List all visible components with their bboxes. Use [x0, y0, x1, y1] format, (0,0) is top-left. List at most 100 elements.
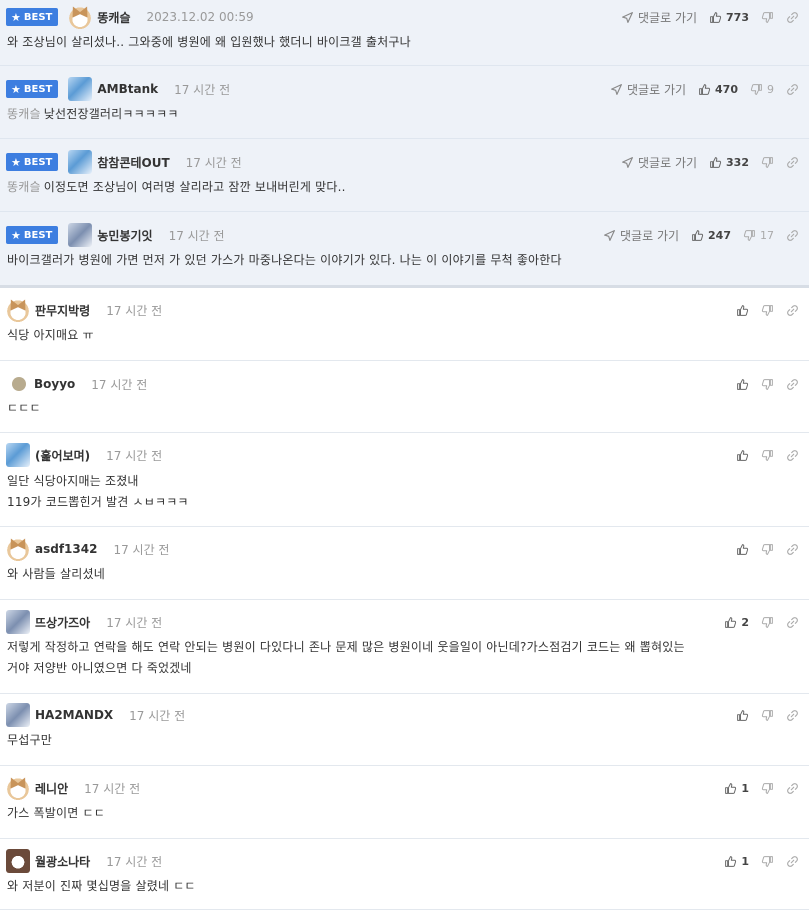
link-icon	[786, 378, 799, 391]
thumbs-up-icon	[691, 229, 704, 242]
nickname[interactable]: Boyyo	[34, 377, 75, 391]
comment-list: ★ BEST 똥캐슬 2023.12.02 00:59 댓글로 가기 773 와 조상님이 …	[0, 0, 809, 910]
nickname[interactable]: (훑어보며)	[35, 447, 90, 464]
avatar[interactable]	[6, 610, 30, 634]
nickname[interactable]: 똥캐슬	[97, 9, 130, 26]
comment-text: 와 사람들 살리셨네	[7, 567, 105, 581]
dislike-button[interactable]: 9	[750, 83, 774, 96]
thumbs-up-icon	[736, 449, 749, 462]
link-button[interactable]	[786, 229, 799, 242]
avatar[interactable]	[68, 150, 93, 174]
nickname[interactable]: AMBtank	[97, 82, 158, 96]
link-button[interactable]	[786, 449, 799, 462]
like-button[interactable]	[736, 378, 749, 391]
avatar[interactable]	[68, 77, 93, 101]
dislike-button[interactable]	[761, 304, 774, 317]
like-button[interactable]: 470	[698, 83, 738, 96]
go-to-reply-link[interactable]: 댓글로 가기	[610, 81, 686, 98]
avatar[interactable]	[12, 377, 26, 391]
mention[interactable]: 똥캐슬	[7, 180, 41, 194]
dislike-button[interactable]	[761, 156, 774, 169]
avatar[interactable]	[68, 5, 93, 29]
nickname[interactable]: 농민봉기잇	[97, 227, 152, 244]
nickname[interactable]: 레니안	[35, 780, 68, 797]
thumbs-down-icon	[761, 855, 774, 868]
link-icon	[786, 83, 799, 96]
avatar[interactable]	[6, 443, 30, 467]
link-button[interactable]	[786, 378, 799, 391]
nickname[interactable]: 뜨상가즈아	[35, 614, 90, 631]
dislike-button[interactable]	[761, 378, 774, 391]
comment-body: 와 조상님이 살리셨나.. 그와중에 병원에 왜 입원했나 했더니 바이크갤 출…	[7, 32, 795, 53]
nickname[interactable]: 참참콘테OUT	[97, 154, 169, 171]
link-button[interactable]	[786, 616, 799, 629]
go-to-reply-link[interactable]: 댓글로 가기	[603, 227, 679, 244]
dislike-button[interactable]: 17	[743, 229, 774, 242]
nickname[interactable]: asdf1342	[35, 542, 97, 556]
go-to-reply-label: 댓글로 가기	[620, 228, 680, 243]
dislike-button[interactable]	[761, 709, 774, 722]
like-count: 773	[726, 10, 749, 24]
link-icon	[786, 304, 799, 317]
avatar[interactable]	[6, 703, 30, 727]
comment-header: 레니안 17 시간 전	[6, 774, 809, 802]
timestamp: 17 시간 전	[129, 708, 186, 723]
thumbs-up-icon	[736, 543, 749, 556]
nickname[interactable]: HA2MANDX	[35, 708, 113, 722]
like-button[interactable]: 332	[709, 156, 749, 169]
link-button[interactable]	[786, 543, 799, 556]
comment-text: 식당 아지매요 ㅠ	[7, 328, 94, 342]
link-button[interactable]	[786, 855, 799, 868]
comment-line: 바이크갤러가 병원에 가면 먼저 가 있던 가스가 마중나온다는 이야기가 있다…	[7, 250, 795, 271]
like-button[interactable]: 2	[724, 616, 749, 629]
link-button[interactable]	[786, 709, 799, 722]
star-icon: ★	[11, 10, 21, 24]
like-button[interactable]	[736, 543, 749, 556]
comment-line: 거야 저양반 아니였으면 다 죽었겠네	[7, 658, 795, 679]
dislike-button[interactable]	[761, 543, 774, 556]
comment-header: 판무지박령 17 시간 전	[6, 296, 809, 324]
thumbs-down-icon	[761, 304, 774, 317]
best-comment: ★ BEST 똥캐슬 2023.12.02 00:59 댓글로 가기 773 와 조상님이 …	[0, 0, 809, 66]
comment-body: 저렇게 작정하고 연락을 해도 연락 안되는 병원이 다있다니 존나 문제 많은…	[7, 637, 795, 679]
like-button[interactable]	[736, 709, 749, 722]
avatar[interactable]	[68, 223, 93, 247]
like-button[interactable]: 247	[691, 229, 731, 242]
dislike-button[interactable]	[761, 855, 774, 868]
avatar[interactable]	[6, 298, 30, 322]
nickname[interactable]: 월광소나타	[35, 853, 90, 870]
link-button[interactable]	[786, 156, 799, 169]
link-button[interactable]	[786, 304, 799, 317]
send-icon	[610, 83, 623, 96]
link-icon	[786, 449, 799, 462]
link-button[interactable]	[786, 11, 799, 24]
mention[interactable]: 똥캐슬	[7, 107, 41, 121]
avatar[interactable]	[6, 537, 30, 561]
timestamp: 17 시간 전	[185, 155, 242, 170]
like-count: 470	[715, 82, 738, 96]
comment-line: 일단 식당아지매는 조졌내	[7, 471, 795, 492]
send-icon	[621, 11, 634, 24]
avatar[interactable]	[6, 849, 30, 873]
thumbs-down-icon	[750, 83, 763, 96]
dislike-button[interactable]	[761, 782, 774, 795]
comment-actions: 댓글로 가기 470 9	[598, 75, 799, 103]
link-button[interactable]	[786, 782, 799, 795]
timestamp: 17 시간 전	[106, 448, 163, 463]
go-to-reply-link[interactable]: 댓글로 가기	[621, 9, 697, 26]
go-to-reply-link[interactable]: 댓글로 가기	[621, 154, 697, 171]
like-button[interactable]: 773	[709, 11, 749, 24]
like-button[interactable]	[736, 304, 749, 317]
nickname[interactable]: 판무지박령	[35, 302, 90, 319]
comment-body: ㄷㄷㄷ	[7, 398, 795, 419]
link-button[interactable]	[786, 83, 799, 96]
like-button[interactable]	[736, 449, 749, 462]
thumbs-up-icon	[736, 709, 749, 722]
like-button[interactable]: 1	[724, 855, 749, 868]
dislike-button[interactable]	[761, 11, 774, 24]
dislike-button[interactable]	[761, 616, 774, 629]
avatar[interactable]	[6, 776, 30, 800]
dislike-button[interactable]	[761, 449, 774, 462]
like-button[interactable]: 1	[724, 782, 749, 795]
comment-header: (훑어보며) 17 시간 전	[6, 441, 809, 469]
